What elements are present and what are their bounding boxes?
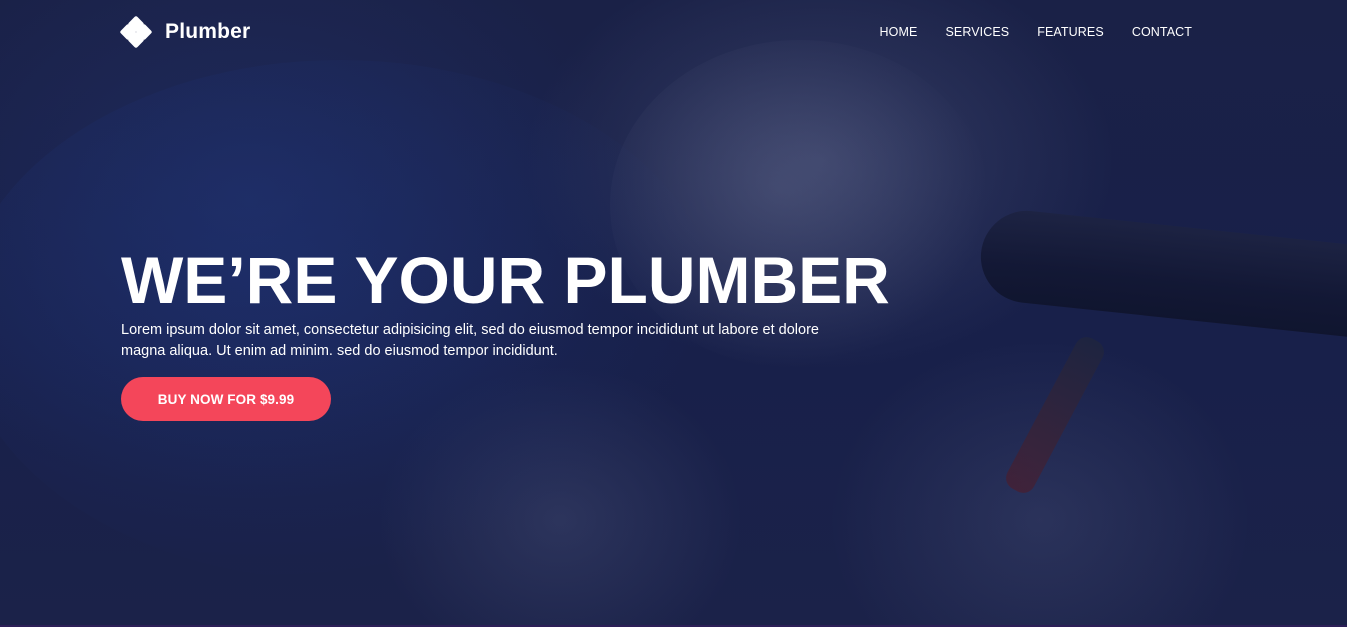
hero-title: WE’RE YOUR PLUMBER [121, 243, 890, 317]
brand-name: Plumber [165, 20, 251, 43]
buy-now-button[interactable]: BUY NOW FOR $9.99 [121, 377, 331, 421]
nav-link-contact[interactable]: CONTACT [1132, 25, 1192, 39]
nav-item-services: SERVICES [945, 21, 1009, 40]
nav-link-home[interactable]: HOME [880, 25, 918, 39]
nav-menu: HOME SERVICES FEATURES CONTACT [852, 16, 1192, 44]
nav-item-features: FEATURES [1037, 21, 1104, 40]
four-diamond-logo-icon [119, 15, 153, 49]
hero-description: Lorem ipsum dolor sit amet, consectetur … [121, 322, 819, 359]
navbar: Plumber HOME SERVICES FEATURES CONTACT [119, 15, 1192, 49]
brand-logo-link[interactable]: Plumber [119, 15, 251, 49]
background-pipe-shape [976, 206, 1347, 342]
hero-content: WE’RE YOUR PLUMBER Lorem ipsum dolor sit… [121, 240, 901, 421]
nav-link-features[interactable]: FEATURES [1037, 25, 1104, 39]
nav-link-services[interactable]: SERVICES [945, 25, 1009, 39]
nav-item-contact: CONTACT [1132, 21, 1192, 40]
hero-section: Plumber HOME SERVICES FEATURES CONTACT W… [0, 0, 1347, 627]
background-wrench-shape [1001, 332, 1109, 498]
nav-item-home: HOME [880, 21, 918, 40]
